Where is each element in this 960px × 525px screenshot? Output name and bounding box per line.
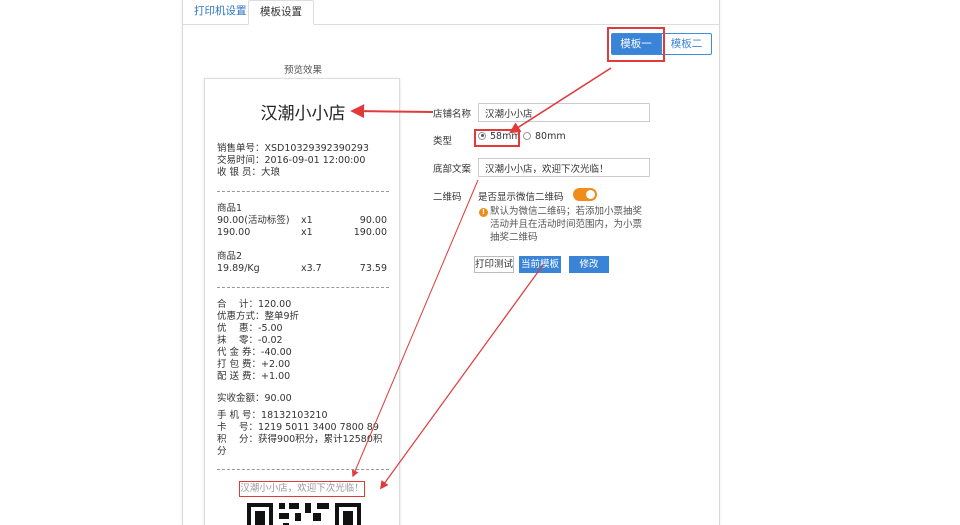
qr-note: 默认为微信二维码；若添加小票抽奖活动并且在活动时间范围内，为小票抽奖二维码 <box>490 206 643 243</box>
receipt-summary-line: 配 送 费：+1.00 <box>217 371 291 382</box>
qr-toggle-text: 是否显示微信二维码 <box>478 192 564 203</box>
receipt-item-amount: 90.00 <box>359 215 387 226</box>
template-two-button[interactable]: 模板二 <box>661 33 712 55</box>
tab-bar: 打印机设置 模板设置 <box>183 0 719 25</box>
receipt-order-no: 销售单号：XSD10329392390293 <box>217 143 369 154</box>
receipt-item-price: 90.00(活动标签) <box>217 215 290 226</box>
divider <box>217 469 389 470</box>
receipt-summary-line: 打 包 费：+2.00 <box>217 359 291 370</box>
receipt-summary-line: 抹 零：-0.02 <box>217 335 283 346</box>
receipt-item-name: 商品1 <box>217 203 243 214</box>
receipt-paid-amount: 实收金额：90.00 <box>217 393 292 404</box>
receipt-summary-line: 优 惠：-5.00 <box>217 323 283 334</box>
receipt-item-price: 19.89/Kg <box>217 263 260 274</box>
info-icon: ! <box>479 208 488 217</box>
highlight-box-template-one <box>607 27 665 62</box>
store-name-label: 店铺名称 <box>433 109 472 120</box>
receipt-summary-line: 合 计：120.00 <box>217 299 292 310</box>
receipt-item-qty: x3.7 <box>301 263 322 274</box>
receipt-points: 积 分：获得900积分，累计12580积 <box>217 434 383 445</box>
type-label: 类型 <box>433 136 453 147</box>
type-option-label: 80mm <box>535 131 566 142</box>
type-option-80mm[interactable]: 80mm <box>523 131 566 142</box>
footer-text-label: 底部文案 <box>433 164 472 175</box>
current-template-button[interactable]: 当前模板 <box>519 256 561 273</box>
divider <box>217 287 389 288</box>
highlight-box-58mm <box>474 129 520 147</box>
receipt-item-name: 商品2 <box>217 251 243 262</box>
qr-code-icon <box>247 503 361 525</box>
receipt-card: 卡 号：1219 5011 3400 7800 89 <box>217 422 379 433</box>
preview-label: 预览效果 <box>283 65 322 76</box>
qr-label: 二维码 <box>433 192 462 203</box>
radio-unselected-icon <box>523 131 531 140</box>
receipt-item-amount: 190.00 <box>353 227 387 238</box>
receipt-points-cont: 分 <box>217 446 227 457</box>
template-settings-panel: 打印机设置 模板设置 模板一 模板二 预览效果 汉潮小小店 销售单号：XSD10… <box>182 0 720 525</box>
receipt-trade-time: 交易时间：2016-09-01 12:00:00 <box>217 155 366 166</box>
divider <box>217 191 389 192</box>
receipt-summary-line: 代 金 券：-40.00 <box>217 347 292 358</box>
receipt-preview: 汉潮小小店 销售单号：XSD10329392390293 交易时间：2016-0… <box>204 78 400 525</box>
tab-template-settings[interactable]: 模板设置 <box>248 0 314 25</box>
receipt-item-qty: x1 <box>301 227 313 238</box>
receipt-item-amount: 73.59 <box>359 263 387 274</box>
receipt-summary-line: 优惠方式：整单9折 <box>217 311 300 322</box>
receipt-footer-text: 汉潮小小店，欢迎下次光临！ <box>239 481 365 497</box>
tab-printer-settings[interactable]: 打印机设置 <box>183 0 258 25</box>
receipt-phone: 手 机 号：18132103210 <box>217 410 328 421</box>
edit-button[interactable]: 修改 <box>569 256 609 273</box>
print-test-button[interactable]: 打印测试 <box>474 256 514 273</box>
receipt-item-qty: x1 <box>301 215 313 226</box>
receipt-item-price: 190.00 <box>217 227 251 238</box>
store-name-input[interactable] <box>478 103 650 122</box>
receipt-cashier: 收 银 员：大琅 <box>217 167 281 178</box>
receipt-store-name: 汉潮小小店 <box>260 104 346 124</box>
footer-text-input[interactable] <box>478 158 650 177</box>
qr-toggle-switch[interactable] <box>573 188 597 201</box>
